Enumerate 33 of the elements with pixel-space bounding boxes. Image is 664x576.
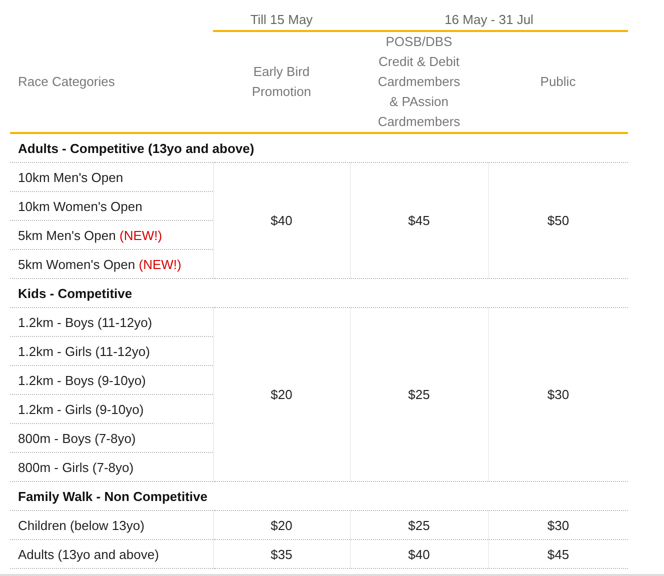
category-name: 10km Men's Open bbox=[18, 170, 124, 184]
price: $40 bbox=[408, 546, 430, 562]
category-name: Adults (13yo and above) bbox=[18, 546, 159, 562]
category-name: 800m - Girls (7-8yo) bbox=[18, 460, 134, 474]
price: $25 bbox=[408, 387, 430, 402]
price: $20 bbox=[270, 387, 292, 402]
column-header: Race Categories bbox=[18, 74, 115, 88]
group-title: Kids - Competitive bbox=[18, 286, 132, 300]
group-title: Adults - Competitive (13yo and above) bbox=[18, 140, 254, 156]
category-name: 1.2km - Girls (9-10yo) bbox=[18, 402, 144, 416]
price: $45 bbox=[408, 213, 430, 228]
price: $20 bbox=[270, 518, 292, 532]
period-header: Till 15 May bbox=[250, 12, 313, 26]
price: $40 bbox=[270, 213, 292, 228]
category-name: 1.2km - Girls (11-12yo) bbox=[18, 344, 150, 358]
price: $30 bbox=[547, 518, 570, 532]
column-header: Early Bird Promotion bbox=[252, 64, 312, 99]
price: $25 bbox=[408, 518, 430, 532]
price: $45 bbox=[547, 546, 570, 562]
group-title: Family Walk - Non Competitive bbox=[18, 488, 208, 504]
category-name: 5km Men's Open (NEW!) bbox=[18, 228, 162, 242]
column-header: Public bbox=[540, 74, 576, 89]
price: $50 bbox=[547, 213, 570, 228]
price: $35 bbox=[270, 546, 292, 562]
category-name: 5km Women's Open (NEW!) bbox=[18, 256, 182, 272]
column-header: POSB/DBS Credit & Debit Cardmembers & PAssion Cardmembers bbox=[378, 34, 460, 129]
price: $30 bbox=[547, 387, 570, 402]
category-name: Children (below 13yo) bbox=[18, 518, 144, 532]
category-name: 1.2km - Boys (11-12yo) bbox=[18, 314, 152, 330]
category-name: 10km Women's Open bbox=[18, 198, 142, 214]
category-name: 1.2km - Boys (9-10yo) bbox=[18, 372, 146, 388]
period-header: 16 May - 31 Jul bbox=[444, 12, 534, 26]
category-name: 800m - Boys (7-8yo) bbox=[18, 430, 136, 446]
